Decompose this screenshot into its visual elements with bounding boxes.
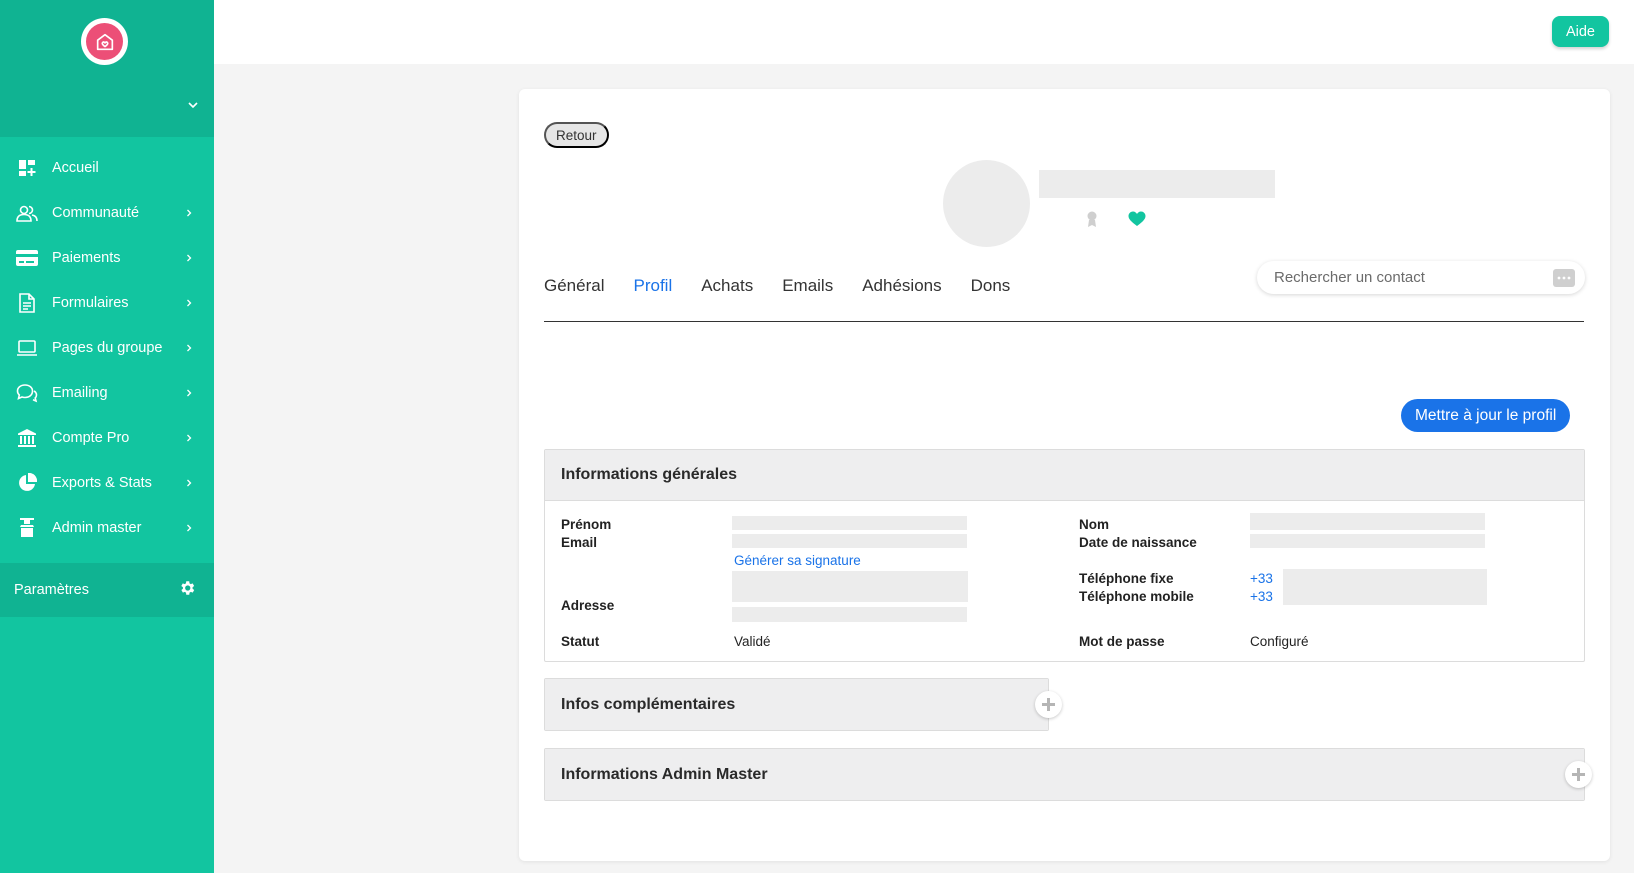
- sidebar-item-accueil[interactable]: Accueil: [0, 145, 214, 190]
- admin-info-panel[interactable]: Informations Admin Master: [544, 748, 1592, 801]
- chevron-right-icon: [187, 209, 192, 216]
- sidebar-item-formulaires[interactable]: Formulaires: [0, 280, 214, 325]
- generate-signature-link[interactable]: Générer sa signature: [734, 553, 861, 568]
- last-name-value-redacted: [1250, 513, 1485, 530]
- contact-name-redacted: [1039, 170, 1275, 198]
- heart-icon: [1128, 211, 1146, 227]
- sidebar-item-exports-stats[interactable]: Exports & Stats: [0, 460, 214, 505]
- tab-dons[interactable]: Dons: [971, 276, 1011, 296]
- sidebar-item-label: Communauté: [52, 204, 140, 221]
- sidebar-item-label: Accueil: [52, 159, 99, 176]
- sidebar-header: [0, 0, 214, 137]
- tabs-divider: [544, 321, 1584, 322]
- sidebar-item-label: Formulaires: [52, 294, 129, 311]
- tab-adhesions[interactable]: Adhésions: [862, 276, 941, 296]
- sidebar-item-label: Pages du groupe: [52, 339, 163, 356]
- sidebar-item-paiements[interactable]: Paiements: [0, 235, 214, 280]
- email-label: Email: [561, 535, 598, 550]
- address-label: Adresse: [561, 598, 615, 613]
- sidebar-item-label: Paiements: [52, 249, 121, 266]
- general-info-panel: Informations générales Prénom Email Géné…: [544, 449, 1585, 662]
- settings-label: Paramètres: [14, 582, 89, 598]
- chevron-right-icon: [187, 524, 192, 531]
- sidebar-item-admin-master[interactable]: Admin master: [0, 505, 214, 550]
- sidebar-item-emailing[interactable]: Emailing: [0, 370, 214, 415]
- chevron-right-icon: [187, 434, 192, 441]
- help-button[interactable]: Aide: [1551, 16, 1609, 47]
- sidebar-item-pages-du-groupe[interactable]: Pages du groupe: [0, 325, 214, 370]
- phone-numbers-redacted: [1283, 569, 1487, 605]
- sidebar-item-label: Compte Pro: [52, 429, 130, 446]
- bank-icon: [16, 427, 38, 449]
- expand-plus-icon[interactable]: [1565, 761, 1592, 788]
- password-label: Mot de passe: [1079, 634, 1165, 649]
- admin-icon: [16, 517, 38, 539]
- chat-bubbles-icon: [16, 382, 38, 404]
- birth-date-value-redacted: [1250, 534, 1485, 548]
- tab-general[interactable]: Général: [544, 276, 604, 296]
- phone-fixed-label: Téléphone fixe: [1079, 571, 1174, 586]
- sidebar-nav: Accueil Communauté Paiements Formulaires: [0, 137, 214, 550]
- gear-icon: [178, 579, 196, 601]
- status-label: Statut: [561, 634, 600, 649]
- expand-plus-icon[interactable]: [1035, 691, 1062, 718]
- chevron-right-icon: [187, 479, 192, 486]
- phone-mobile-value[interactable]: +33: [1250, 589, 1273, 604]
- first-name-label: Prénom: [561, 517, 612, 532]
- laptop-icon: [16, 337, 38, 359]
- sidebar-settings[interactable]: Paramètres: [0, 563, 214, 617]
- credit-card-icon: [16, 247, 38, 269]
- contact-search: [1257, 261, 1585, 294]
- tab-emails[interactable]: Emails: [782, 276, 833, 296]
- sidebar-item-label: Admin master: [52, 519, 142, 536]
- organization-logo[interactable]: [81, 18, 128, 65]
- contact-profile-card: Retour Général Profil Achats Emails Adhé…: [519, 89, 1610, 861]
- users-icon: [16, 202, 38, 224]
- address-value-redacted: [732, 571, 968, 602]
- award-badge-icon: [1085, 210, 1099, 228]
- email-value-redacted: [732, 534, 967, 548]
- search-input[interactable]: [1274, 269, 1553, 286]
- status-value: Validé: [734, 634, 771, 649]
- house-heart-icon: [86, 23, 123, 60]
- last-name-label: Nom: [1079, 517, 1109, 532]
- first-name-value-redacted: [732, 516, 967, 530]
- document-icon: [16, 292, 38, 314]
- sidebar-item-label: Emailing: [52, 384, 108, 401]
- panel-title: Infos complémentaires: [545, 679, 1048, 730]
- top-bar: Aide: [214, 0, 1634, 64]
- chevron-right-icon: [187, 344, 192, 351]
- profile-tabs: Général Profil Achats Emails Adhésions D…: [544, 271, 1039, 301]
- tab-achats[interactable]: Achats: [701, 276, 753, 296]
- avatar: [943, 160, 1030, 247]
- chevron-right-icon: [187, 389, 192, 396]
- update-profile-button[interactable]: Mettre à jour le profil: [1401, 399, 1571, 432]
- tab-profil[interactable]: Profil: [633, 276, 672, 296]
- sidebar-item-label: Exports & Stats: [52, 474, 152, 491]
- chevron-down-icon[interactable]: [186, 98, 200, 112]
- sidebar: Accueil Communauté Paiements Formulaires: [0, 0, 214, 873]
- panel-title: Informations générales: [545, 450, 1584, 501]
- back-button[interactable]: Retour: [544, 122, 609, 148]
- panel-title: Informations Admin Master: [545, 749, 1584, 800]
- pie-chart-icon: [16, 472, 38, 494]
- dashboard-icon: [16, 157, 38, 179]
- phone-fixed-value[interactable]: +33: [1250, 571, 1273, 586]
- password-value: Configuré: [1250, 634, 1309, 649]
- sidebar-item-communaute[interactable]: Communauté: [0, 190, 214, 235]
- chevron-right-icon: [187, 299, 192, 306]
- chevron-right-icon: [187, 254, 192, 261]
- sidebar-item-compte-pro[interactable]: Compte Pro: [0, 415, 214, 460]
- birth-date-label: Date de naissance: [1079, 535, 1197, 550]
- phone-mobile-label: Téléphone mobile: [1079, 589, 1194, 604]
- extra-info-panel[interactable]: Infos complémentaires: [544, 678, 1062, 731]
- more-options-icon[interactable]: [1553, 268, 1575, 287]
- address-line-redacted: [732, 607, 967, 622]
